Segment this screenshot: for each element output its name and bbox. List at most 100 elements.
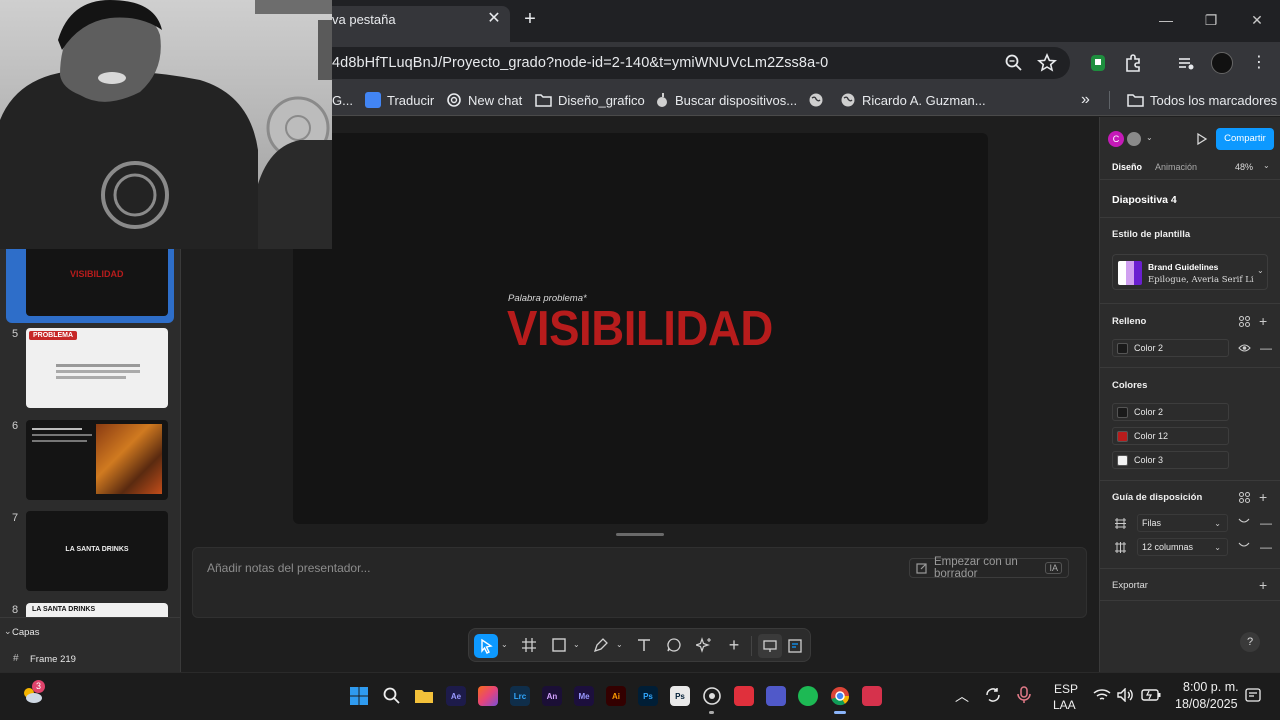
rows-select[interactable]: Filas ⌄ <box>1137 514 1228 532</box>
media-encoder-icon[interactable]: Me <box>574 686 594 706</box>
bookmark-item-ricardo[interactable]: Ricardo A. Guzman... <box>840 91 986 109</box>
wifi-icon[interactable] <box>1093 688 1111 702</box>
bookmarks-overflow-icon[interactable]: » <box>1081 91 1090 109</box>
slide-title[interactable]: VISIBILIDAD <box>507 301 773 357</box>
add-guide-icon[interactable]: + <box>1259 489 1267 505</box>
chevron-down-icon[interactable]: ⌄ <box>1146 133 1153 142</box>
chrome-icon[interactable] <box>830 686 850 706</box>
notes-placeholder[interactable]: Añadir notas del presentador... <box>207 561 370 575</box>
add-fill-icon[interactable]: + <box>1259 313 1267 329</box>
slide-thumb-5[interactable]: PROBLEMA <box>26 328 168 408</box>
url-text[interactable]: 4d8bHfTLuqBnJ/Proyecto_grado?node-id=2-1… <box>332 55 828 71</box>
after-effects-icon[interactable]: Ae <box>446 686 466 706</box>
export-label[interactable]: Exportar <box>1112 580 1148 591</box>
bookmark-star-icon[interactable] <box>1036 52 1060 76</box>
remove-guide-icon[interactable]: — <box>1260 540 1272 554</box>
slide-thumb-7[interactable]: LA SANTA DRINKS <box>26 511 168 591</box>
creative-cloud-icon[interactable] <box>478 686 498 706</box>
bookmark-item-globe[interactable] <box>808 91 824 109</box>
play-icon[interactable] <box>1195 132 1209 146</box>
notes-resize-handle[interactable] <box>616 533 664 536</box>
user-avatar[interactable] <box>1126 131 1142 147</box>
chevron-down-icon[interactable]: ⌄ <box>4 626 12 637</box>
chevron-up-icon[interactable]: ︿ <box>955 686 969 706</box>
tab-design[interactable]: Diseño <box>1112 162 1142 172</box>
illustrator-icon[interactable]: Ai <box>606 686 626 706</box>
bookmark-item-traducir[interactable]: Traducir <box>365 91 434 109</box>
zoom-level[interactable]: 48% <box>1235 162 1253 172</box>
sync-icon[interactable] <box>984 686 1002 704</box>
guide-visibility-icon[interactable] <box>1238 542 1250 550</box>
photoshop-icon[interactable]: Ps <box>638 686 658 706</box>
color-style-item[interactable]: Color 2 <box>1112 403 1229 421</box>
search-icon[interactable] <box>382 686 402 706</box>
tab-animation[interactable]: Animación <box>1155 162 1197 172</box>
browser-menu-icon[interactable]: ⋮ <box>1251 53 1267 73</box>
comment-tool-icon[interactable] <box>664 635 684 655</box>
ai-sparkle-icon[interactable] <box>694 635 714 655</box>
chevron-down-icon[interactable]: ⌄ <box>501 640 508 649</box>
clock-time[interactable]: 8:00 p. m. <box>1183 680 1239 694</box>
present-mode-icon[interactable] <box>758 634 782 658</box>
share-button[interactable]: Compartir <box>1216 128 1274 150</box>
bookmark-item-diseno[interactable]: Diseño_grafico <box>535 91 645 109</box>
volume-icon[interactable] <box>1117 688 1135 702</box>
webcam-overlay[interactable] <box>0 0 332 249</box>
styles-grid-icon[interactable] <box>1239 316 1250 327</box>
battery-icon[interactable] <box>1141 689 1161 701</box>
color-style-item[interactable]: Color 12 <box>1112 427 1229 445</box>
extension-green-icon[interactable] <box>1087 52 1111 76</box>
remove-guide-icon[interactable]: — <box>1260 516 1272 530</box>
columns-select[interactable]: 12 columnas ⌄ <box>1137 538 1228 556</box>
close-window-icon[interactable]: ✕ <box>1248 12 1266 28</box>
animate-icon[interactable]: An <box>542 686 562 706</box>
spotify-icon[interactable] <box>798 686 818 706</box>
teams-icon[interactable] <box>766 686 786 706</box>
input-language[interactable]: ESP <box>1054 682 1078 696</box>
chevron-down-icon[interactable]: ⌄ <box>573 640 580 649</box>
bookmark-item[interactable]: G... <box>332 91 353 109</box>
pen-tool-icon[interactable] <box>591 635 611 655</box>
davinci-icon[interactable] <box>702 686 722 706</box>
guide-visibility-icon[interactable] <box>1238 518 1250 526</box>
all-bookmarks[interactable]: Todos los marcadores <box>1127 91 1277 109</box>
photoshop-file-icon[interactable]: Ps <box>670 686 690 706</box>
lightroom-classic-icon[interactable]: Lrc <box>510 686 530 706</box>
dev-mode-icon[interactable] <box>783 634 807 658</box>
pocket-icon[interactable] <box>862 686 882 706</box>
tab-close-icon[interactable]: ✕ <box>486 11 502 27</box>
rectangle-tool-icon[interactable] <box>549 635 569 655</box>
clock-date[interactable]: 18/08/2025 <box>1175 697 1238 711</box>
bookmark-item-buscar[interactable]: Buscar dispositivos... <box>655 91 797 109</box>
remove-fill-icon[interactable]: — <box>1260 341 1272 355</box>
bookmark-item-new-chat[interactable]: New chat <box>446 91 522 109</box>
chevron-down-icon[interactable]: ⌄ <box>1263 161 1270 170</box>
chevron-down-icon[interactable]: ⌄ <box>616 640 623 649</box>
add-icon[interactable]: + <box>724 635 744 655</box>
styles-grid-icon[interactable] <box>1239 492 1250 503</box>
media-controls-icon[interactable] <box>1175 52 1199 76</box>
color-style-item[interactable]: Color 3 <box>1112 451 1229 469</box>
new-tab-icon[interactable]: + <box>520 9 540 29</box>
add-export-icon[interactable]: + <box>1259 577 1267 593</box>
text-tool-icon[interactable] <box>634 635 654 655</box>
fill-color-field[interactable]: Color 2 <box>1112 339 1229 357</box>
extensions-puzzle-icon[interactable] <box>1122 52 1146 76</box>
slide-thumb-6[interactable] <box>26 420 168 500</box>
input-layout[interactable]: LAA <box>1053 698 1076 712</box>
notifications-icon[interactable] <box>1245 687 1261 703</box>
minimize-icon[interactable]: — <box>1157 12 1175 28</box>
windows-start-icon[interactable] <box>349 686 369 706</box>
profile-avatar[interactable] <box>1211 52 1233 74</box>
anydesk-icon[interactable] <box>734 686 754 706</box>
slide-thumb-8[interactable]: LA SANTA DRINKS <box>26 603 168 617</box>
zoom-icon[interactable] <box>1003 52 1027 76</box>
help-button[interactable]: ? <box>1240 632 1260 652</box>
restore-icon[interactable]: ❐ <box>1202 12 1220 28</box>
layers-label[interactable]: Capas <box>12 627 39 638</box>
eye-icon[interactable] <box>1238 343 1251 353</box>
collaborator-avatar[interactable]: C <box>1108 131 1124 147</box>
frame-tool-icon[interactable] <box>519 635 539 655</box>
file-explorer-icon[interactable] <box>414 686 434 706</box>
start-draft-button[interactable]: Empezar con un borrador IA <box>909 556 1069 580</box>
